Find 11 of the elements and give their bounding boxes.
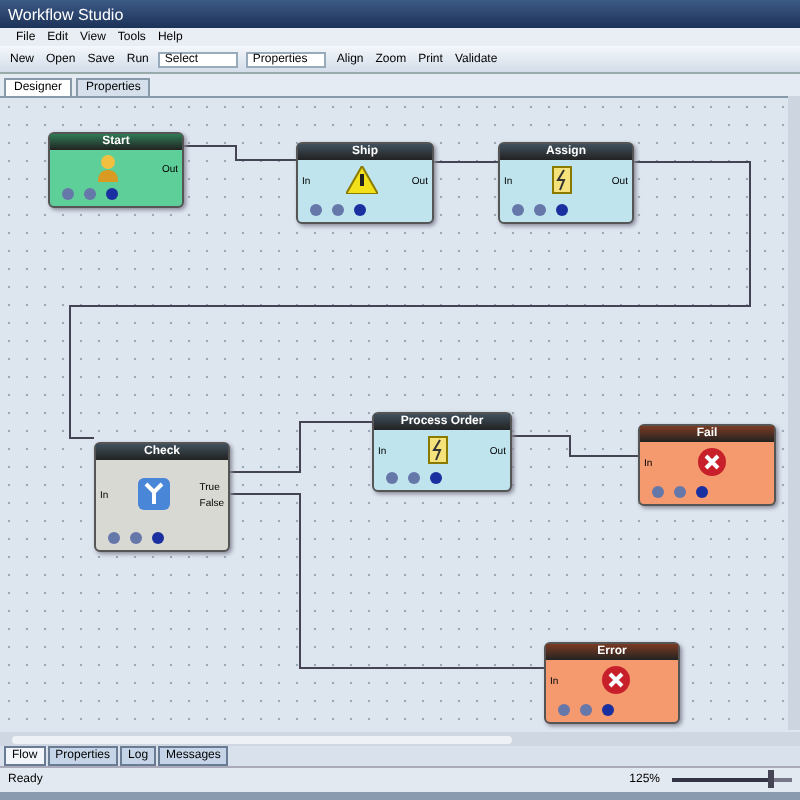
error-icon [602, 666, 631, 694]
person-icon [95, 153, 120, 181]
error-icon [697, 448, 726, 476]
document-icon [552, 166, 573, 194]
document-icon [428, 435, 449, 463]
branch-icon [137, 478, 170, 510]
slider-thumb[interactable] [768, 770, 775, 788]
warning-icon [345, 166, 378, 194]
scrollbar[interactable] [0, 732, 800, 746]
scrollbar[interactable] [788, 96, 800, 730]
window-title: Workflow Studio [8, 5, 124, 23]
